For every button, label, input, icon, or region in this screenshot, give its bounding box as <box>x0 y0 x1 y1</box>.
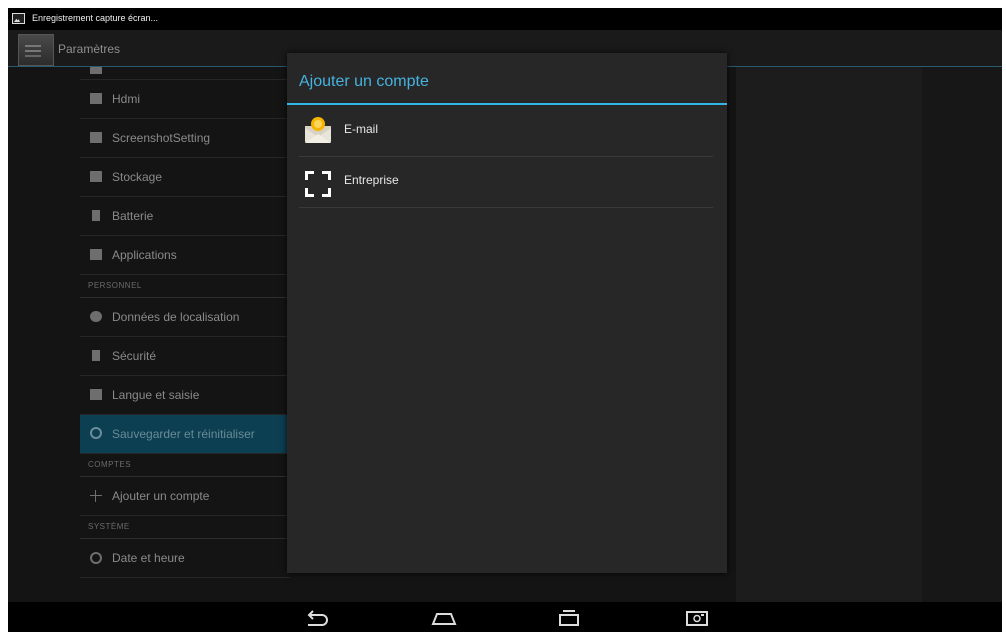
section-header-label: PERSONNEL <box>88 281 142 290</box>
backup-icon <box>90 427 102 439</box>
screenshot-icon <box>90 132 102 143</box>
detail-pane <box>736 67 922 602</box>
storage-icon <box>90 171 102 182</box>
settings-item-label: Ajouter un compte <box>112 489 210 503</box>
add-account-dialog: Ajouter un compte E-mail Entreprise <box>287 53 727 573</box>
section-header-label: SYSTÈME <box>88 522 130 531</box>
settings-item-screenshot[interactable]: ScreenshotSetting <box>80 119 290 158</box>
settings-item-label: Données de localisation <box>112 310 240 324</box>
app-title: Paramètres <box>58 42 121 56</box>
account-type-entreprise[interactable]: Entreprise <box>299 157 713 208</box>
account-type-email[interactable]: E-mail <box>299 106 713 157</box>
back-icon[interactable] <box>304 609 330 627</box>
settings-item-label: Applications <box>112 248 177 262</box>
section-header-personnel: PERSONNEL <box>80 275 290 298</box>
settings-item-label: Langue et saisie <box>112 388 200 402</box>
account-type-label: E-mail <box>344 122 379 136</box>
settings-item-applications[interactable]: Applications <box>80 236 290 275</box>
screenshot-notification-icon[interactable] <box>12 13 25 24</box>
hdmi-icon <box>90 93 102 104</box>
settings-item-backup-reset[interactable]: Sauvegarder et réinitialiser <box>80 415 290 454</box>
settings-item-label: Stockage <box>112 170 163 184</box>
home-icon[interactable] <box>431 609 457 627</box>
keyboard-icon <box>90 389 102 400</box>
status-bar: Enregistrement capture écran... <box>8 8 1002 30</box>
device-screen: Enregistrement capture écran... Paramètr… <box>8 8 1002 632</box>
settings-item-label: Batterie <box>112 209 154 223</box>
location-icon <box>90 311 102 322</box>
settings-item-battery[interactable]: Batterie <box>80 197 290 236</box>
settings-item-icon <box>90 67 102 74</box>
settings-item-label: Sauvegarder et réinitialiser <box>112 427 255 441</box>
corporate-account-icon <box>305 171 331 197</box>
settings-item-storage[interactable]: Stockage <box>80 158 290 197</box>
settings-item-label: ScreenshotSetting <box>112 131 211 145</box>
settings-item-date-time[interactable]: Date et heure <box>80 539 290 578</box>
email-envelope-icon <box>305 117 331 143</box>
settings-item-label: Sécurité <box>112 349 157 363</box>
settings-item-partial[interactable] <box>80 67 290 80</box>
settings-item-security[interactable]: Sécurité <box>80 337 290 376</box>
settings-item-language[interactable]: Langue et saisie <box>80 376 290 415</box>
screenshot-icon[interactable] <box>684 609 710 627</box>
settings-app-icon[interactable] <box>18 34 54 66</box>
battery-icon <box>92 210 100 221</box>
dialog-title-divider <box>287 103 727 105</box>
notification-text[interactable]: Enregistrement capture écran... <box>32 13 158 23</box>
detail-pane-edge <box>922 67 1002 602</box>
section-header-label: COMPTES <box>88 460 132 469</box>
settings-item-add-account[interactable]: Ajouter un compte <box>80 477 290 516</box>
settings-item-label: Hdmi <box>112 92 141 106</box>
clock-icon <box>90 552 102 564</box>
section-header-systeme: SYSTÈME <box>80 516 290 539</box>
plus-icon <box>90 490 102 502</box>
recents-icon[interactable] <box>556 609 582 627</box>
settings-item-label: Date et heure <box>112 551 185 565</box>
account-type-label: Entreprise <box>344 173 399 187</box>
section-header-comptes: COMPTES <box>80 454 290 477</box>
settings-item-hdmi[interactable]: Hdmi <box>80 80 290 119</box>
dialog-title: Ajouter un compte <box>299 73 429 90</box>
settings-list: Hdmi ScreenshotSetting Stockage Batterie… <box>80 67 290 602</box>
settings-item-location[interactable]: Données de localisation <box>80 298 290 337</box>
lock-icon <box>92 350 100 361</box>
apps-icon <box>90 249 102 260</box>
navigation-bar <box>8 602 1002 632</box>
